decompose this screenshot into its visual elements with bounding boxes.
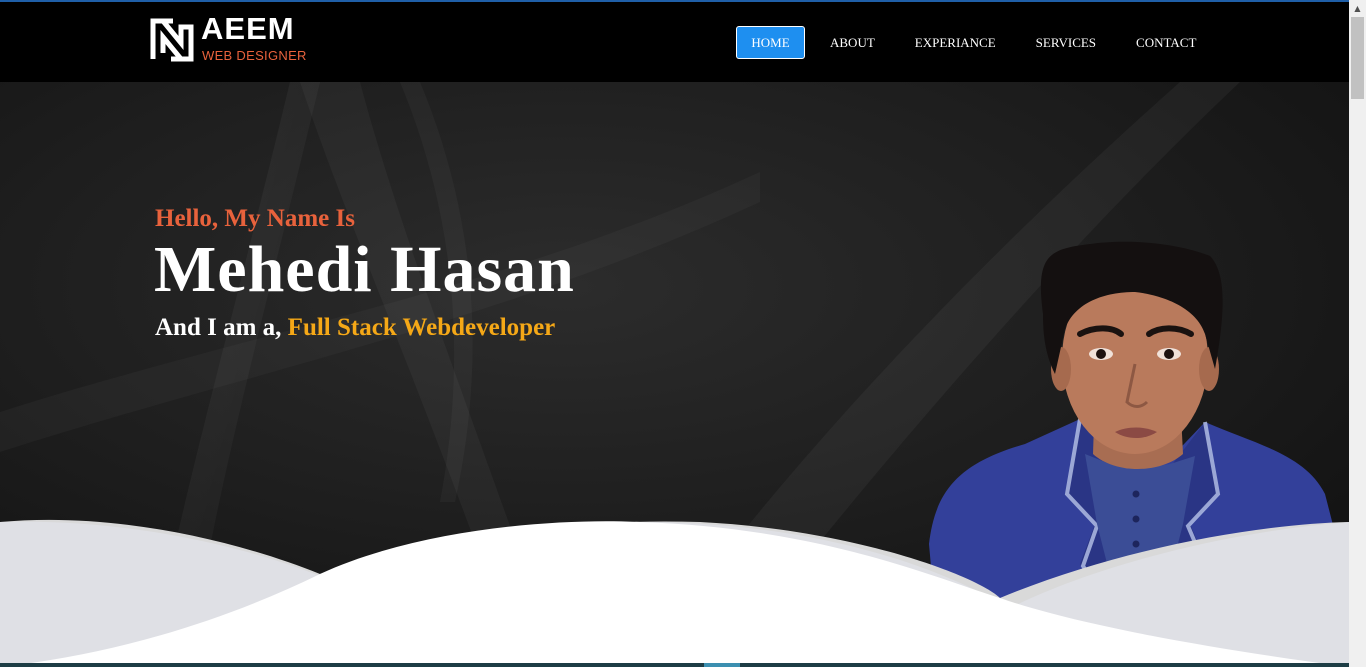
top-accent-bar — [0, 0, 1349, 2]
nav-item-experiance[interactable]: EXPERIANCE — [915, 27, 996, 58]
bottom-edge-line — [0, 663, 1349, 667]
nav-item-contact[interactable]: CONTACT — [1136, 27, 1196, 58]
main-nav: HOME ABOUT EXPERIANCE SERVICES CONTACT — [736, 26, 1196, 59]
logo-tagline: WEB DESIGNER — [202, 48, 307, 63]
nav-item-services[interactable]: SERVICES — [1036, 27, 1096, 58]
navbar: AEEM WEB DESIGNER HOME ABOUT EXPERIANCE … — [0, 0, 1349, 82]
hero-section: Hello, My Name Is Mehedi Hasan And I am … — [0, 82, 1349, 667]
hero-wave-divider — [0, 519, 1349, 667]
nav-item-home[interactable]: HOME — [736, 26, 805, 59]
hero-role-line: And I am a, Full Stack Webdeveloper — [155, 314, 555, 342]
nav-item-about[interactable]: ABOUT — [830, 27, 875, 58]
bottom-edge-marker — [704, 663, 740, 667]
site-logo[interactable]: AEEM WEB DESIGNER — [149, 11, 319, 65]
n-monogram-icon — [150, 18, 194, 62]
hero-role-title: Full Stack Webdeveloper — [287, 314, 556, 341]
page: AEEM WEB DESIGNER HOME ABOUT EXPERIANCE … — [0, 0, 1349, 667]
scroll-up-arrow-icon[interactable]: ▲ — [1349, 0, 1366, 17]
vertical-scrollbar[interactable]: ▲ — [1349, 0, 1366, 667]
hero-name: Mehedi Hasan — [154, 233, 575, 306]
logo-wordmark: AEEM — [201, 11, 295, 46]
hero-role-prefix: And I am a, — [155, 314, 288, 341]
scrollbar-thumb[interactable] — [1351, 17, 1364, 99]
hero-greeting: Hello, My Name Is — [155, 205, 355, 232]
